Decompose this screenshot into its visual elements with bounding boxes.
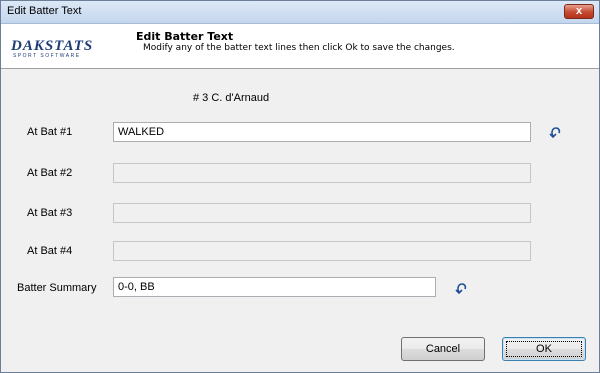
- focus-rectangle: [506, 341, 582, 357]
- at-bat-1-input[interactable]: WALKED: [113, 122, 531, 142]
- at-bat-1-label: At Bat #1: [27, 126, 73, 138]
- batter-summary-label: Batter Summary: [17, 282, 97, 294]
- at-bat-3-label: At Bat #3: [27, 207, 73, 219]
- batter-name: # 3 C. d'Arnaud: [193, 92, 270, 104]
- undo-icon[interactable]: [549, 125, 563, 139]
- edit-batter-text-dialog: Edit Batter Text x DAKSTATS SPORT SOFTWA…: [0, 0, 600, 373]
- ok-button[interactable]: OK: [502, 337, 586, 361]
- at-bat-2-input[interactable]: [113, 163, 531, 183]
- header-subtitle: Modify any of the batter text lines then…: [143, 43, 455, 53]
- at-bat-4-input[interactable]: [113, 241, 531, 261]
- logo-tagline: SPORT SOFTWARE: [13, 53, 81, 59]
- window-title: Edit Batter Text: [7, 5, 82, 17]
- close-icon: x: [575, 5, 583, 17]
- title-bar: Edit Batter Text x: [1, 1, 599, 24]
- header-title: Edit Batter Text: [136, 30, 234, 43]
- at-bat-4-label: At Bat #4: [27, 245, 73, 257]
- dakstats-logo: DAKSTATS SPORT SOFTWARE: [11, 38, 123, 60]
- close-button[interactable]: x: [564, 4, 594, 19]
- at-bat-3-input[interactable]: [113, 203, 531, 223]
- undo-icon[interactable]: [455, 281, 469, 295]
- batter-summary-input[interactable]: 0-0, BB: [113, 277, 436, 297]
- at-bat-2-label: At Bat #2: [27, 167, 73, 179]
- dialog-header: DAKSTATS SPORT SOFTWARE Edit Batter Text…: [1, 24, 599, 69]
- cancel-button[interactable]: Cancel: [401, 337, 485, 361]
